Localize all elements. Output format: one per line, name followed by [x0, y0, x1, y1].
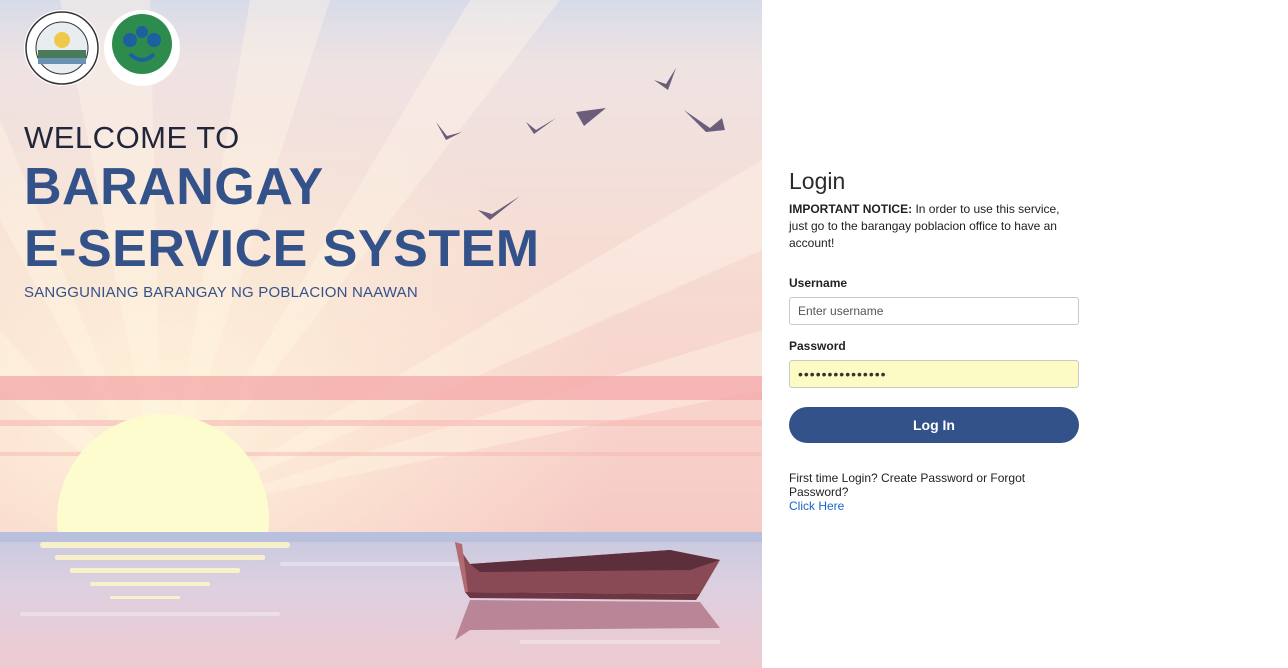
- first-time-text: First time Login? Create Password or For…: [789, 471, 1026, 499]
- page: WELCOME TO BARANGAY E-SERVICE SYSTEM SAN…: [0, 0, 1288, 668]
- password-label: Password: [789, 339, 846, 353]
- logos: [24, 10, 180, 86]
- username-label: Username: [789, 276, 848, 290]
- system-title-line2: E-SERVICE SYSTEM: [24, 220, 540, 278]
- notice-label: IMPORTANT NOTICE:: [789, 202, 913, 216]
- login-button[interactable]: Log In: [789, 407, 1079, 443]
- hero-subtitle: SANGGUNIANG BARANGAY NG POBLACION NAAWAN: [24, 284, 418, 301]
- sunset-scene-illustration: [0, 0, 762, 668]
- system-title-line1: BARANGAY: [24, 158, 324, 216]
- login-panel: Login IMPORTANT NOTICE: In order to use …: [762, 0, 1288, 668]
- hero-panel: WELCOME TO BARANGAY E-SERVICE SYSTEM SAN…: [0, 0, 762, 668]
- click-here-link[interactable]: Click Here: [789, 499, 1079, 513]
- login-form: Login IMPORTANT NOTICE: In order to use …: [789, 168, 1079, 513]
- login-title: Login: [789, 168, 846, 194]
- municipality-of-naawan-seal: [104, 10, 180, 86]
- first-time-login: First time Login? Create Password or For…: [789, 471, 1079, 513]
- password-input[interactable]: [789, 360, 1079, 388]
- username-input[interactable]: [789, 297, 1079, 325]
- welcome-heading: WELCOME TO: [24, 120, 240, 155]
- hero-text: WELCOME TO BARANGAY E-SERVICE SYSTEM SAN…: [24, 120, 540, 301]
- barangay-poblacion-seal: [24, 10, 100, 86]
- important-notice: IMPORTANT NOTICE: In order to use this s…: [789, 201, 1079, 252]
